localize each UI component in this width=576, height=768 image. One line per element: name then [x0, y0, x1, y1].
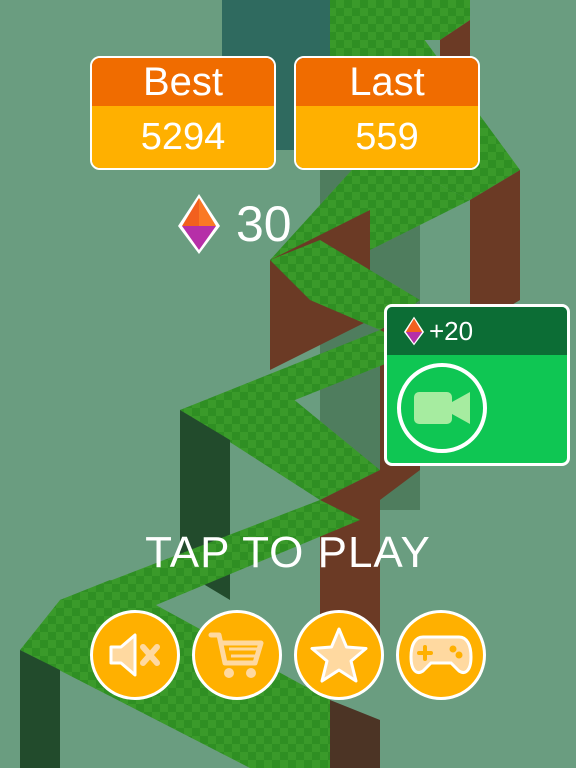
speaker-mute-icon [109, 633, 160, 677]
gamepad-icon [409, 635, 473, 674]
gem-icon [178, 194, 220, 254]
gem-count: 30 [236, 196, 292, 252]
reward-header: +20 [387, 307, 567, 355]
path-wall [330, 700, 380, 768]
star-icon [310, 627, 368, 683]
best-value: 5294 [92, 106, 274, 168]
rate-button[interactable] [294, 610, 384, 700]
reward-amount: +20 [429, 315, 474, 346]
gem-counter: 30 [176, 192, 292, 256]
watch-video-button[interactable] [397, 363, 487, 453]
video-reward-panel[interactable]: +20 [384, 304, 570, 466]
video-camera-icon [414, 392, 470, 424]
gem-icon [403, 316, 425, 346]
sound-off-button[interactable] [90, 610, 180, 700]
tap-to-play-prompt[interactable]: TAP TO PLAY [0, 528, 576, 578]
cart-icon [208, 632, 264, 678]
best-score-card: Best 5294 [90, 56, 276, 170]
last-value: 559 [296, 106, 478, 168]
more-games-button[interactable] [396, 610, 486, 700]
path-wall [20, 650, 60, 768]
best-label: Best [92, 58, 274, 106]
shop-button[interactable] [192, 610, 282, 700]
last-score-card: Last 559 [294, 56, 480, 170]
last-label: Last [296, 58, 478, 106]
